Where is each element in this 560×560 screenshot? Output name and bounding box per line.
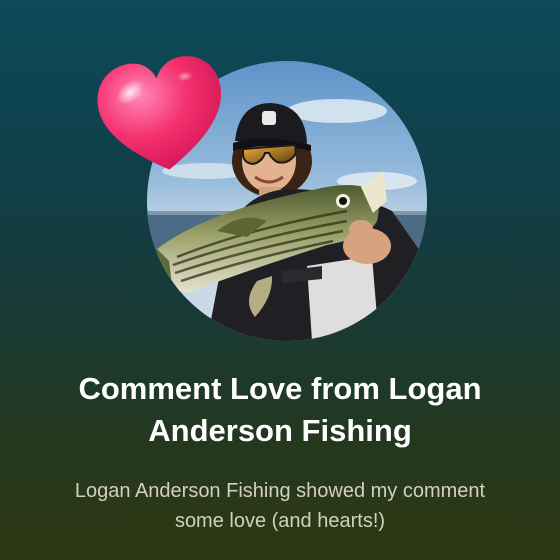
notification-title: Comment Love from Logan Anderson Fishing [78,371,482,448]
notification-body: Logan Anderson Fishing showed my comment… [74,480,486,532]
comment-love-card: Comment Love from Logan Anderson Fishing… [0,0,560,560]
heart-graphic [97,56,222,170]
heart-icon [94,52,230,180]
